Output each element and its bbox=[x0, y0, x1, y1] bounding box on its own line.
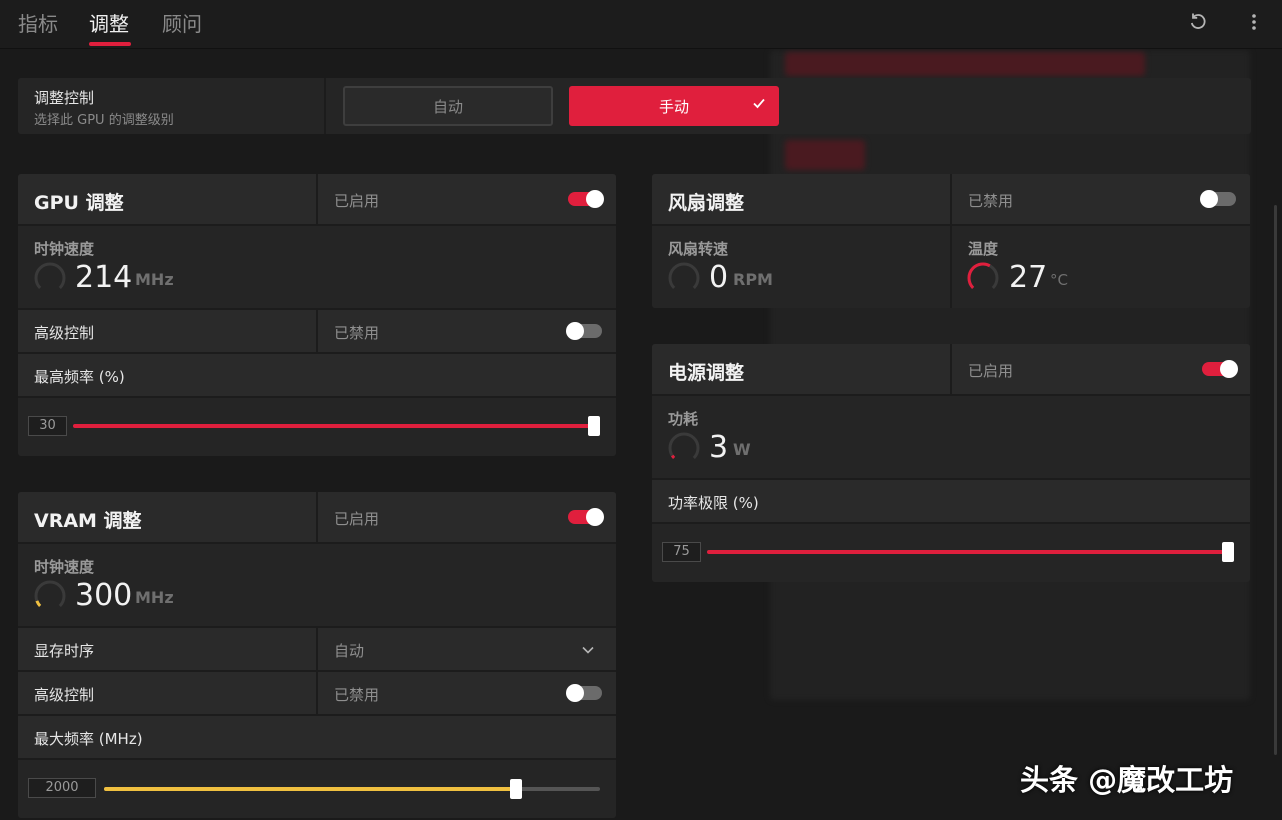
gpu-max-freq-track[interactable] bbox=[73, 424, 593, 428]
gpu-tuning-panel: GPU 调整 已启用 时钟速度 214 MHz 高级控制 已禁用 最高频率 (%… bbox=[18, 174, 616, 456]
gpu-max-freq-label: 最高频率 (%) bbox=[34, 368, 125, 386]
background-blur-accent-2 bbox=[785, 140, 865, 170]
fan-tuning-toggle[interactable] bbox=[1200, 190, 1236, 208]
vram-max-freq-label: 最大频率 (MHz) bbox=[34, 730, 143, 748]
power-limit-thumb[interactable] bbox=[1222, 542, 1234, 562]
vram-timing-select[interactable]: 自动 bbox=[334, 640, 364, 661]
tuning-control-title: 调整控制 bbox=[34, 89, 95, 107]
vram-timing-label: 显存时序 bbox=[34, 642, 95, 660]
vram-timing-row[interactable] bbox=[18, 628, 616, 670]
gpu-clock-gauge bbox=[34, 262, 66, 294]
gpu-max-freq-input[interactable]: 30 bbox=[28, 416, 67, 436]
top-bar: 指标 调整 顾问 bbox=[0, 0, 1282, 49]
vram-max-freq-thumb[interactable] bbox=[510, 779, 522, 799]
power-tuning-title: 电源调整 bbox=[668, 362, 745, 384]
fan-tuning-state: 已禁用 bbox=[968, 192, 1014, 210]
temperature-label: 温度 bbox=[968, 240, 999, 258]
temperature-gauge bbox=[967, 262, 999, 294]
fan-speed-gauge bbox=[668, 262, 700, 294]
gpu-tuning-title: GPU 调整 bbox=[34, 192, 124, 214]
check-icon bbox=[753, 98, 765, 109]
power-limit-label: 功率极限 (%) bbox=[668, 494, 759, 512]
gpu-max-freq-thumb[interactable] bbox=[588, 416, 600, 436]
power-tuning-panel: 电源调整 已启用 功耗 3 W 功率极限 (%) 75 bbox=[652, 344, 1250, 582]
more-vertical-icon[interactable] bbox=[1242, 10, 1266, 34]
gpu-advanced-toggle[interactable] bbox=[566, 322, 602, 340]
power-unit: W bbox=[733, 440, 751, 459]
active-tab-indicator bbox=[89, 42, 131, 46]
chevron-down-icon[interactable] bbox=[581, 643, 595, 657]
temperature-value: 27 bbox=[1009, 260, 1048, 295]
manual-button[interactable]: 手动 bbox=[569, 86, 779, 126]
vram-tuning-toggle[interactable] bbox=[568, 508, 604, 526]
reset-icon[interactable] bbox=[1186, 10, 1210, 34]
gpu-tuning-state: 已启用 bbox=[334, 192, 380, 210]
power-tuning-state: 已启用 bbox=[968, 362, 1014, 380]
power-label: 功耗 bbox=[668, 410, 699, 428]
vram-clock-label: 时钟速度 bbox=[34, 558, 95, 576]
vram-advanced-row bbox=[18, 672, 616, 714]
tuning-control-subtitle: 选择此 GPU 的调整级别 bbox=[34, 113, 174, 128]
vram-clock-unit: MHz bbox=[135, 588, 174, 607]
power-limit-track[interactable] bbox=[707, 550, 1227, 554]
temperature-unit: °C bbox=[1050, 271, 1068, 289]
fan-tuning-panel: 风扇调整 已禁用 风扇转速 0 RPM 温度 27 °C bbox=[652, 174, 1250, 308]
gpu-advanced-label: 高级控制 bbox=[34, 324, 95, 342]
power-limit-input[interactable]: 75 bbox=[662, 542, 701, 562]
fan-speed-label: 风扇转速 bbox=[668, 240, 729, 258]
gpu-clock-value: 214 bbox=[75, 260, 133, 295]
vram-clock-gauge bbox=[34, 580, 66, 612]
divider bbox=[324, 78, 326, 134]
auto-button-label: 自动 bbox=[432, 97, 463, 116]
fan-tuning-title: 风扇调整 bbox=[668, 192, 745, 214]
auto-button[interactable]: 自动 bbox=[343, 86, 553, 126]
gpu-advanced-row bbox=[18, 310, 616, 352]
vram-clock-value: 300 bbox=[75, 578, 133, 613]
vram-tuning-panel: VRAM 调整 已启用 时钟速度 300 MHz 显存时序 自动 高级控制 已禁… bbox=[18, 492, 616, 818]
vram-tuning-state: 已启用 bbox=[334, 510, 380, 528]
power-tuning-toggle[interactable] bbox=[1202, 360, 1238, 378]
vram-max-freq-input[interactable]: 2000 bbox=[28, 778, 96, 798]
gpu-tuning-toggle[interactable] bbox=[568, 190, 604, 208]
manual-button-label: 手动 bbox=[658, 97, 689, 116]
vram-tuning-title: VRAM 调整 bbox=[34, 510, 142, 532]
gpu-clock-label: 时钟速度 bbox=[34, 240, 95, 258]
scrollbar[interactable] bbox=[1274, 205, 1277, 755]
power-gauge bbox=[668, 432, 700, 464]
power-value: 3 bbox=[709, 430, 729, 465]
gpu-advanced-state: 已禁用 bbox=[334, 324, 380, 342]
vram-advanced-toggle[interactable] bbox=[566, 684, 602, 702]
vram-advanced-label: 高级控制 bbox=[34, 686, 95, 704]
gpu-clock-unit: MHz bbox=[135, 270, 174, 289]
vram-max-freq-track-fill bbox=[104, 787, 516, 791]
fan-speed-value: 0 bbox=[709, 260, 729, 295]
tab-tuning[interactable]: 调整 bbox=[89, 8, 129, 37]
tab-metrics[interactable]: 指标 bbox=[18, 8, 58, 37]
background-blur-accent bbox=[785, 52, 1145, 76]
tab-advisor[interactable]: 顾问 bbox=[162, 8, 202, 37]
vram-advanced-state: 已禁用 bbox=[334, 686, 380, 704]
watermark: 头条 @魔改工坊 bbox=[1020, 763, 1234, 797]
fan-speed-unit: RPM bbox=[733, 270, 773, 289]
